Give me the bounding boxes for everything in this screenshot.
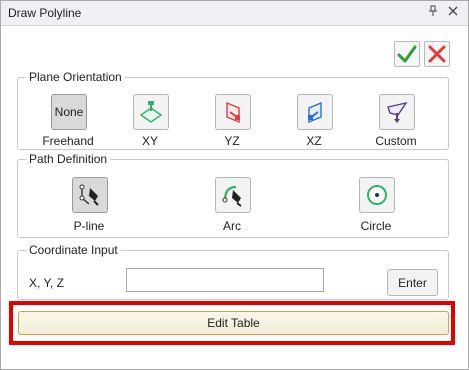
title-bar: Draw Polyline <box>1 1 468 26</box>
path-definition-label: Path Definition <box>26 152 111 166</box>
window-title: Draw Polyline <box>8 6 82 20</box>
yz-label: YZ <box>224 134 240 148</box>
xz-label: XZ <box>306 134 322 148</box>
freehand-label: Freehand <box>42 134 94 148</box>
pline-label: P-line <box>73 219 105 233</box>
xz-plane-icon <box>308 101 322 124</box>
freehand-button[interactable]: None <box>51 94 87 130</box>
cancel-button[interactable] <box>424 41 450 67</box>
edit-table-button[interactable]: Edit Table <box>18 311 449 335</box>
arc-icon <box>222 185 242 207</box>
checkmark-icon <box>397 45 417 63</box>
arc-button[interactable] <box>215 177 251 213</box>
plane-orientation-label: Plane Orientation <box>26 70 125 84</box>
yz-plane-icon <box>226 101 240 124</box>
arc-label: Arc <box>223 219 241 233</box>
circle-button[interactable] <box>359 177 395 213</box>
xy-plane-button[interactable] <box>133 94 169 130</box>
xz-plane-button[interactable] <box>297 94 333 130</box>
ok-button[interactable] <box>394 41 420 67</box>
circle-icon <box>367 185 387 205</box>
close-icon[interactable] <box>446 5 460 19</box>
yz-plane-button[interactable] <box>215 94 251 130</box>
x-icon <box>428 45 446 63</box>
circle-label: Circle <box>360 219 392 233</box>
pline-icon <box>79 184 99 206</box>
custom-label: Custom <box>375 134 417 148</box>
enter-button[interactable]: Enter <box>387 269 438 296</box>
pin-icon[interactable] <box>426 5 440 19</box>
xy-plane-icon <box>139 101 163 123</box>
none-button-text: None <box>54 105 84 119</box>
xy-label: XY <box>141 134 158 148</box>
custom-plane-button[interactable] <box>379 94 415 130</box>
coordinate-input-label: Coordinate Input <box>26 243 121 257</box>
custom-plane-icon <box>387 101 408 123</box>
pline-button[interactable] <box>72 177 108 213</box>
xyz-label: X, Y, Z <box>29 276 64 290</box>
coordinate-input-field[interactable] <box>126 268 324 292</box>
